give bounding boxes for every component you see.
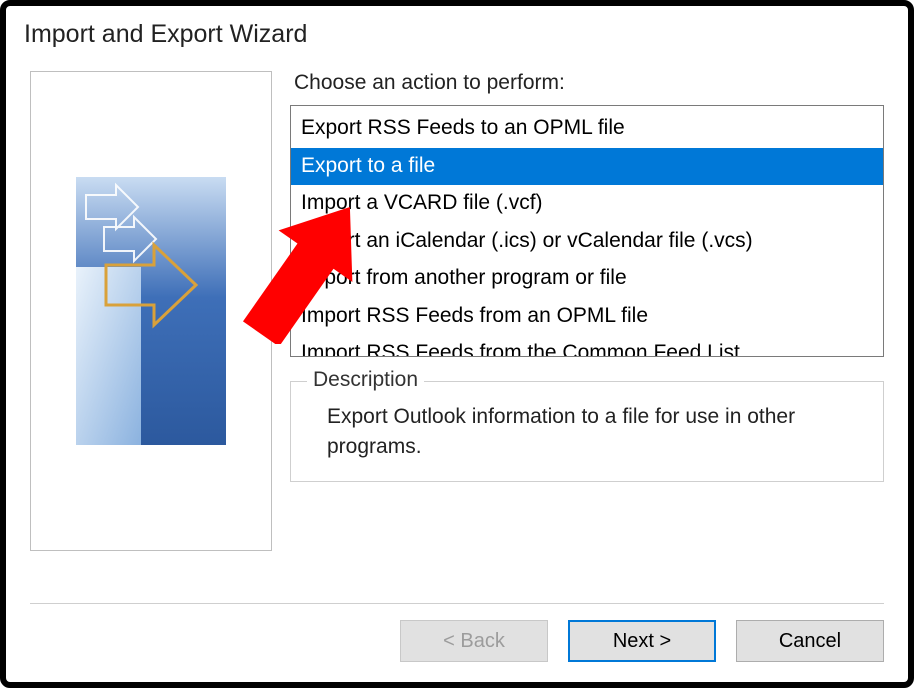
cancel-button[interactable]: Cancel <box>736 620 884 662</box>
action-list-item[interactable]: Import an iCalendar (.ics) or vCalendar … <box>291 223 883 261</box>
wizard-side-graphic <box>30 71 272 551</box>
action-list[interactable]: Export RSS Feeds to an OPML fileExport t… <box>290 105 884 357</box>
action-list-item[interactable]: Import RSS Feeds from an OPML file <box>291 298 883 336</box>
window-title: Import and Export Wizard <box>6 6 908 59</box>
wizard-image-icon <box>76 177 226 445</box>
action-list-item[interactable]: Export to a file <box>291 148 883 186</box>
wizard-right-column: Choose an action to perform: Export RSS … <box>290 71 884 585</box>
action-list-item[interactable]: Import a VCARD file (.vcf) <box>291 185 883 223</box>
action-prompt-label: Choose an action to perform: <box>290 71 884 105</box>
wizard-content: Choose an action to perform: Export RSS … <box>6 59 908 585</box>
back-button: < Back <box>400 620 548 662</box>
description-group: Description Export Outlook information t… <box>290 381 884 482</box>
action-list-item[interactable]: Import from another program or file <box>291 260 883 298</box>
description-legend: Description <box>307 368 424 392</box>
action-list-item[interactable]: Export RSS Feeds to an OPML file <box>291 110 883 148</box>
wizard-button-row: < Back Next > Cancel <box>6 604 908 682</box>
description-text: Export Outlook information to a file for… <box>327 402 867 463</box>
wizard-window: Import and Export Wizard <box>0 0 914 688</box>
action-list-item[interactable]: Import RSS Feeds from the Common Feed Li… <box>291 335 883 357</box>
next-button[interactable]: Next > <box>568 620 716 662</box>
